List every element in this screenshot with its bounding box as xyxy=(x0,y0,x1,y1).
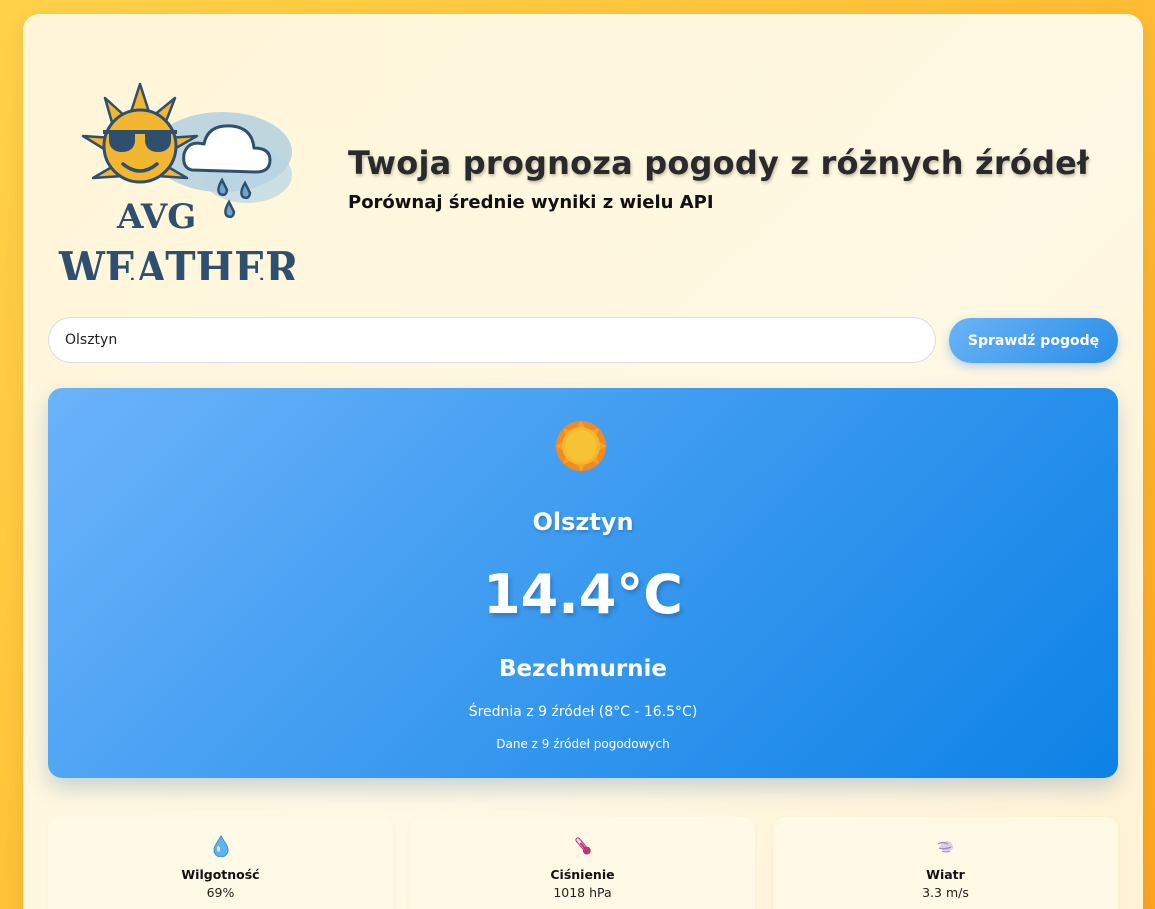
pressure-label: Ciśnienie xyxy=(550,867,615,882)
weather-condition: Bezchmurnie xyxy=(498,656,668,682)
pressure-card: Ciśnienie 1018 hPa xyxy=(410,817,755,909)
current-weather-card: Olsztyn 14.4°C Bezchmurnie Średnia z 9 ź… xyxy=(48,388,1118,778)
wind-icon xyxy=(937,840,953,853)
humidity-label: Wilgotność xyxy=(181,867,260,882)
search-bar: Sprawdź pogodę xyxy=(48,317,1118,365)
header: AVG WEATHER Twoja prognoza pogody z różn… xyxy=(23,14,1143,304)
thermometer-icon xyxy=(574,837,591,855)
main-container: AVG WEATHER Twoja prognoza pogody z różn… xyxy=(23,14,1143,909)
check-weather-button[interactable]: Sprawdź pogodę xyxy=(949,318,1118,363)
humidity-value: 69% xyxy=(206,885,235,900)
sources-note: Dane z 9 źródeł pogodowych xyxy=(496,737,670,751)
droplet-icon xyxy=(212,835,229,857)
city-name: Olsztyn xyxy=(532,508,634,536)
average-range: Średnia z 9 źródeł (8°C - 16.5°C) xyxy=(468,704,698,720)
pressure-value: 1018 hPa xyxy=(553,885,612,900)
wind-label: Wiatr xyxy=(926,867,965,882)
temperature-value: 14.4°C xyxy=(483,563,683,626)
wind-card: Wiatr 3.3 m/s xyxy=(773,817,1118,909)
logo-text-weather: WEATHER xyxy=(58,242,300,280)
page-title: Twoja prognoza pogody z różnych źródeł xyxy=(348,144,1090,182)
city-search-input[interactable] xyxy=(48,317,936,363)
weather-stats: Wilgotność 69% Ciśnienie 1018 hPa Wiatr xyxy=(48,817,1118,909)
header-text: Twoja prognoza pogody z różnych źródeł P… xyxy=(348,144,1089,213)
page-subtitle: Porównaj średnie wyniki z wielu API xyxy=(348,192,714,213)
humidity-card: Wilgotność 69% xyxy=(48,817,393,909)
logo-text-avg: AVG xyxy=(116,197,196,237)
sun-icon xyxy=(555,420,607,472)
wind-value: 3.3 m/s xyxy=(922,885,969,900)
app-logo: AVG WEATHER xyxy=(58,82,300,280)
